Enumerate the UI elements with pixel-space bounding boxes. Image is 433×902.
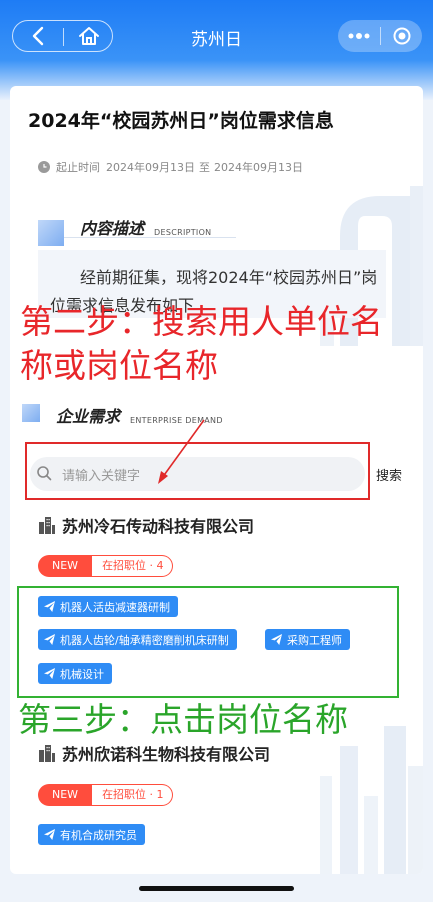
more-button[interactable]: [338, 20, 380, 52]
section-subtitle: DESCRIPTION: [154, 228, 212, 237]
start-date: 2024年09月13日: [106, 161, 195, 174]
section-title: 企业需求: [56, 407, 121, 426]
job-title: 有机合成研究员: [60, 828, 137, 842]
date-range: 起止时间 2024年09月13日 至 2024年09月13日: [38, 159, 303, 175]
article-title: 2024年“校园苏州日”岗位需求信息: [28, 110, 334, 132]
home-indicator: [139, 886, 294, 891]
end-date: 2024年09月13日: [214, 161, 303, 174]
nav-header: 苏州日: [0, 0, 433, 100]
building-icon: [39, 745, 55, 762]
open-positions-count: 在招职位 · 4: [92, 555, 173, 577]
company-name: 苏州冷石传动科技有限公司: [62, 517, 255, 536]
company-row[interactable]: 苏州欣诺科生物科技有限公司: [38, 741, 270, 765]
new-badge: NEW: [38, 555, 93, 577]
paper-plane-icon: [44, 829, 55, 840]
section-underline: [64, 237, 236, 238]
step3-annotation: 第三步：点击岗位名称: [18, 700, 348, 739]
section-title: 内容描述: [80, 219, 145, 238]
open-positions-count: 在招职位 · 1: [92, 784, 173, 806]
jobs-highlight-box: [17, 586, 399, 698]
new-badge: NEW: [38, 784, 93, 806]
more-dots-icon: [348, 33, 370, 39]
nav-capsule-right: [338, 20, 422, 52]
section-header-description: 内容描述 DESCRIPTION: [80, 215, 211, 239]
company-row[interactable]: 苏州冷石传动科技有限公司: [38, 513, 254, 537]
job-tag[interactable]: 有机合成研究员: [38, 824, 145, 845]
building-icon: [39, 517, 55, 534]
clock-icon: [38, 161, 50, 173]
section-marker: [38, 220, 64, 246]
company-name: 苏州欣诺科生物科技有限公司: [62, 745, 271, 764]
step2-annotation: 第二步：搜索用人单位名称或岗位名称: [20, 302, 383, 385]
date-label: 起止时间: [56, 161, 100, 174]
close-button[interactable]: [381, 20, 422, 52]
job-count-badge: NEW 在招职位 · 4: [38, 555, 173, 577]
target-close-icon: [393, 27, 410, 45]
job-count-badge: NEW 在招职位 · 1: [38, 784, 173, 806]
search-button[interactable]: 搜索: [376, 465, 402, 484]
annotation-arrow: [158, 419, 205, 484]
date-separator: 至: [199, 161, 210, 174]
section-marker: [22, 404, 40, 422]
